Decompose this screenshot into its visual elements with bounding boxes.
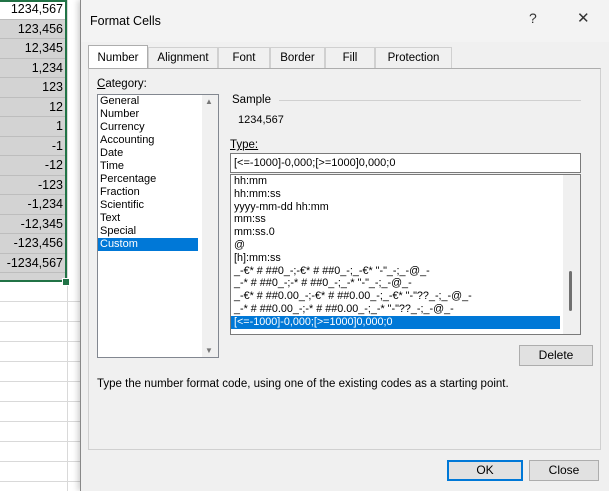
format-item[interactable]: hh:mm [231, 175, 580, 188]
format-item[interactable]: _-* # ##0_-;-* # ##0_-;_-* "-"_-;_-@_- [231, 277, 580, 290]
help-icon[interactable]: ? [529, 10, 537, 26]
type-input[interactable]: [<=-1000]-0,000;[>=1000]0,000;0 [230, 153, 581, 173]
category-scrollbar[interactable]: ▲ ▼ [202, 95, 218, 357]
delete-button[interactable]: Delete [519, 345, 593, 366]
format-item-selected[interactable]: [<=-1000]-0,000;[>=1000]0,000;0 [231, 315, 560, 329]
sample-label: Sample [232, 94, 271, 106]
category-item[interactable]: Special [98, 225, 218, 238]
category-item[interactable]: Fraction [98, 186, 218, 199]
scroll-down-icon[interactable]: ▼ [205, 346, 213, 355]
format-item[interactable]: @ [231, 239, 580, 252]
category-item[interactable]: Date [98, 147, 218, 160]
format-item[interactable]: _-€* # ##0_-;-€* # ##0_-;_-€* "-"_-;_-@_… [231, 265, 580, 278]
format-item[interactable]: _-* # ##0.00_-;-* # ##0.00_-;_-* "-"??_-… [231, 303, 580, 316]
category-item[interactable]: Percentage [98, 173, 218, 186]
type-label: Type: [230, 139, 259, 151]
tab-border[interactable]: Border [270, 47, 325, 68]
format-item[interactable]: yyyy-mm-dd hh:mm [231, 201, 580, 214]
sample-value: 1234,567 [238, 114, 284, 126]
tab-fill[interactable]: Fill [325, 47, 375, 68]
scroll-thumb[interactable] [569, 271, 572, 311]
scroll-up-icon[interactable]: ▲ [205, 97, 213, 106]
hint-text: Type the number format code, using one o… [97, 378, 509, 390]
category-label-text: ategory: [105, 78, 147, 90]
category-item[interactable]: Time [98, 160, 218, 173]
category-item[interactable]: Number [98, 108, 218, 121]
category-label: Category: [97, 78, 147, 90]
tab-protection[interactable]: Protection [375, 47, 452, 68]
tab-number[interactable]: Number [88, 45, 148, 69]
sample-divider [279, 100, 581, 101]
fill-handle[interactable] [62, 278, 70, 286]
grid-line [67, 0, 68, 491]
format-item[interactable]: hh:mm:ss [231, 188, 580, 201]
format-cells-dialog: Format Cells ? ✕ Number Alignment Font B… [80, 0, 609, 491]
selection-border [0, 0, 67, 282]
tab-alignment[interactable]: Alignment [148, 47, 218, 68]
dialog-title: Format Cells [90, 14, 161, 28]
number-tab-panel: Category: General Number Currency Accoun… [88, 68, 601, 450]
category-item[interactable]: Scientific [98, 199, 218, 212]
ok-button[interactable]: OK [447, 460, 523, 481]
category-item-selected[interactable]: Custom [98, 238, 198, 251]
category-item[interactable]: General [98, 95, 218, 108]
format-item[interactable]: mm:ss.0 [231, 226, 580, 239]
tab-font[interactable]: Font [218, 47, 270, 68]
category-item[interactable]: Accounting [98, 134, 218, 147]
close-button[interactable]: Close [529, 460, 599, 481]
format-item[interactable]: [h]:mm:ss [231, 252, 580, 265]
category-list[interactable]: General Number Currency Accounting Date … [97, 94, 219, 358]
close-icon[interactable]: ✕ [577, 9, 590, 27]
dialog-titlebar: Format Cells ? ✕ [81, 0, 609, 42]
format-scrollbar[interactable] [563, 175, 580, 334]
format-item[interactable]: _-€* # ##0.00_-;-€* # ##0.00_-;_-€* "-"?… [231, 290, 580, 303]
category-item[interactable]: Text [98, 212, 218, 225]
format-code-list[interactable]: hh:mm hh:mm:ss yyyy-mm-dd hh:mm mm:ss mm… [230, 174, 581, 335]
format-item[interactable]: mm:ss [231, 213, 580, 226]
category-item[interactable]: Currency [98, 121, 218, 134]
